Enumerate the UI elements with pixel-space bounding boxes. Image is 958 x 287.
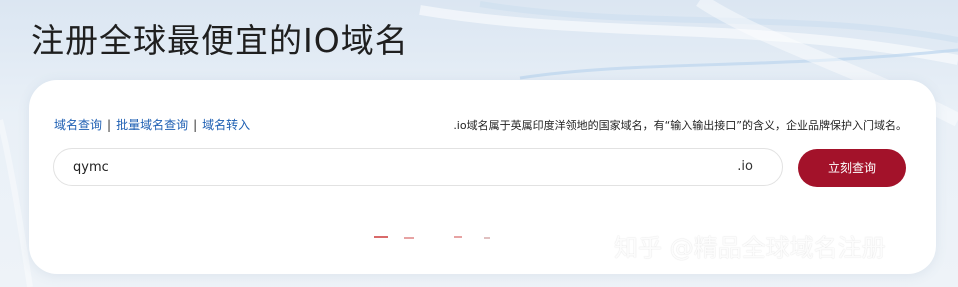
domain-search-input[interactable] — [73, 149, 693, 185]
page-title: 注册全球最便宜的IO域名 — [31, 21, 409, 60]
search-mode-nav: 域名查询 | 批量域名查询 | 域名转入 — [54, 116, 250, 133]
search-box: .io — [53, 148, 783, 186]
loading-dash — [404, 237, 414, 239]
loading-dash — [374, 236, 388, 238]
query-now-button[interactable]: 立刻查询 — [798, 149, 906, 187]
nav-separator: | — [107, 118, 112, 132]
domain-suffix: .io — [737, 159, 753, 174]
loading-dash — [484, 237, 490, 239]
loading-dash — [454, 236, 462, 238]
nav-link-domain-transfer[interactable]: 域名转入 — [202, 118, 250, 132]
nav-link-domain-query[interactable]: 域名查询 — [54, 118, 102, 132]
io-description: .io域名属于英属印度洋领地的国家域名，有“输入输出接口”的含义，企业品牌保护入… — [453, 119, 907, 132]
nav-separator: | — [193, 118, 198, 132]
nav-link-bulk-query[interactable]: 批量域名查询 — [116, 118, 188, 132]
watermark-text: 知乎 @精品全球域名注册 — [614, 234, 886, 262]
